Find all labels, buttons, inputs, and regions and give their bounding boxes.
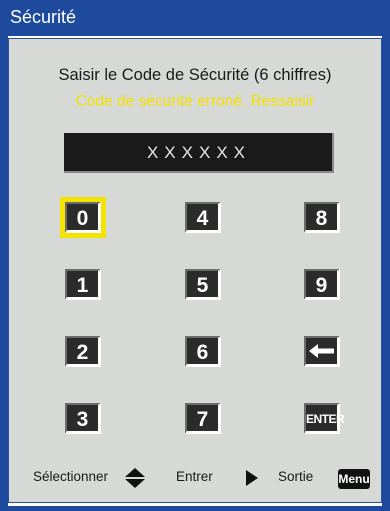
code-input-field[interactable]: XXXXXX [64, 133, 334, 173]
key-9[interactable]: 9 [304, 269, 340, 300]
error-message: Code de sécurité erroné. Ressaisir [75, 93, 315, 110]
key-6[interactable]: 6 [185, 336, 221, 367]
key-2[interactable]: 2 [65, 336, 101, 367]
menu-button-icon: Menu [338, 469, 370, 489]
key-8[interactable]: 8 [304, 202, 340, 233]
key-1[interactable]: 1 [65, 269, 101, 300]
play-right-icon [246, 470, 258, 486]
footer-enter-label: Entrer [176, 469, 213, 484]
key-backspace[interactable] [304, 336, 340, 367]
left-arrow-icon [308, 344, 334, 358]
key-7[interactable]: 7 [185, 403, 221, 434]
instruction-text: Saisir le Code de Sécurité (6 chiffres) [58, 66, 332, 84]
footer-exit-label: Sortie [278, 469, 314, 484]
key-0[interactable]: 0 [65, 202, 101, 233]
footer-select-label: Sélectionner [33, 469, 109, 484]
key-3[interactable]: 3 [65, 403, 101, 434]
key-5[interactable]: 5 [185, 269, 221, 300]
security-dialog: Sécurité Saisir le Code de Sécurité (6 c… [0, 0, 390, 511]
title-bar: Sécurité [0, 0, 390, 36]
frame-border-bottom [0, 506, 390, 511]
key-enter[interactable]: ENTER [304, 403, 345, 434]
up-down-triangles-icon [125, 468, 145, 488]
key-4[interactable]: 4 [185, 202, 221, 233]
code-mask-text: XXXXXX [146, 143, 252, 162]
window-title: Sécurité [10, 7, 77, 27]
